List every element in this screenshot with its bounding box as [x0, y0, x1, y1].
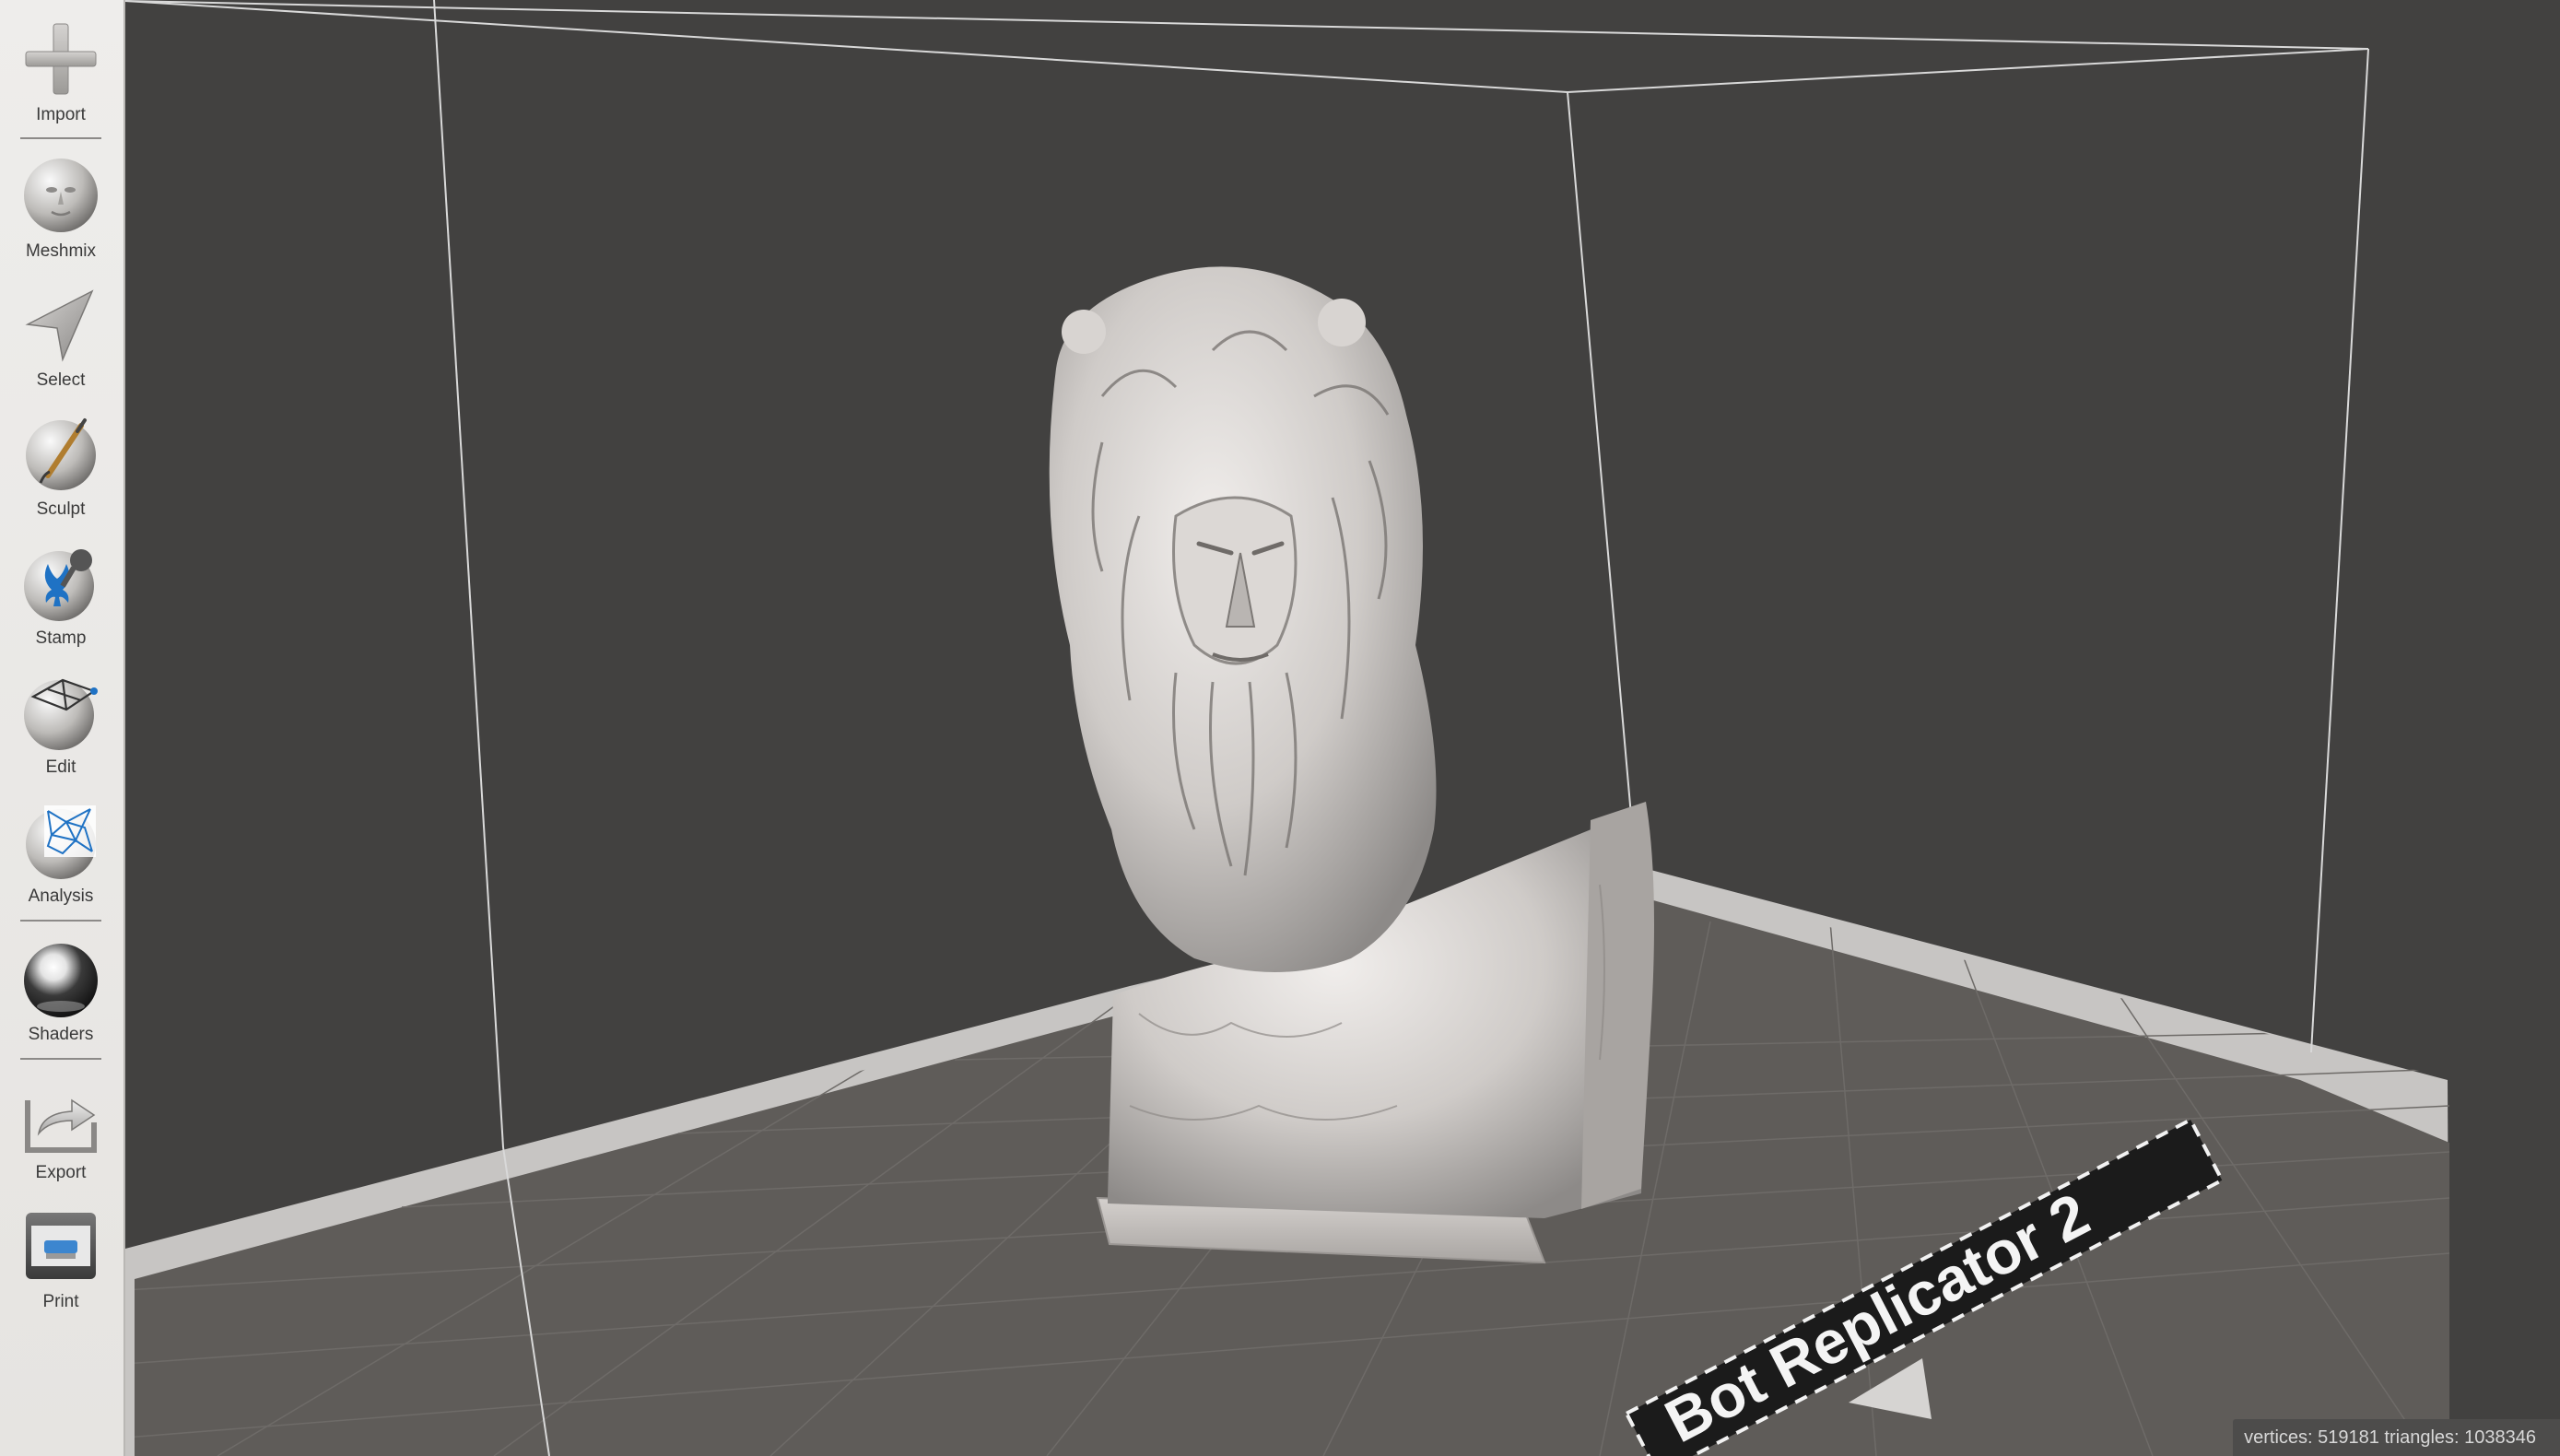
arrow-pointer-icon — [25, 289, 94, 362]
print-volume-scene: Bot Replicator 2 — [125, 0, 2449, 1456]
chrome-sphere-icon — [24, 944, 98, 1017]
import-button[interactable]: Import — [0, 18, 122, 125]
fleur-de-lis-stamp-icon — [24, 549, 94, 621]
export-button[interactable]: Export — [0, 1076, 122, 1183]
select-label: Select — [36, 370, 86, 390]
3d-viewport[interactable]: Bot Replicator 2 vertices: 519181 triang… — [125, 0, 2560, 1456]
sculpt-button[interactable]: Sculpt — [0, 413, 122, 520]
stamp-button[interactable]: Stamp — [0, 542, 122, 649]
brush-sphere-icon — [26, 418, 96, 490]
separator — [20, 137, 101, 139]
separator — [20, 1058, 101, 1060]
edit-button[interactable]: Edit — [0, 671, 122, 778]
edit-label: Edit — [45, 757, 76, 777]
select-button[interactable]: Select — [0, 284, 122, 391]
tool-sidebar: Import Meshmix Select Sculpt Stamp Edit … — [0, 0, 125, 1456]
mesh-stats-readout: vertices: 519181 triangles: 1038346 — [2233, 1419, 2560, 1456]
shaders-label: Shaders — [28, 1025, 94, 1044]
separator — [20, 920, 101, 922]
printer-icon — [26, 1213, 96, 1279]
analysis-button[interactable]: Analysis — [0, 800, 122, 907]
meshmix-button[interactable]: Meshmix — [0, 155, 122, 262]
plus-icon — [25, 23, 97, 95]
import-label: Import — [36, 105, 86, 124]
stamp-label: Stamp — [35, 628, 87, 648]
print-label: Print — [42, 1292, 79, 1311]
analysis-label: Analysis — [28, 887, 94, 906]
export-tray-icon — [25, 1098, 97, 1153]
shaders-button[interactable]: Shaders — [0, 938, 122, 1045]
meshmix-label: Meshmix — [25, 241, 96, 261]
print-button[interactable]: Print — [0, 1205, 122, 1312]
sculpt-label: Sculpt — [36, 499, 86, 519]
mesh-sphere-icon — [26, 805, 96, 879]
meshmix-face-sphere-icon — [24, 159, 98, 232]
edit-mesh-sphere-icon — [24, 678, 98, 750]
export-label: Export — [35, 1163, 87, 1182]
bust-model[interactable] — [1049, 266, 1654, 1264]
